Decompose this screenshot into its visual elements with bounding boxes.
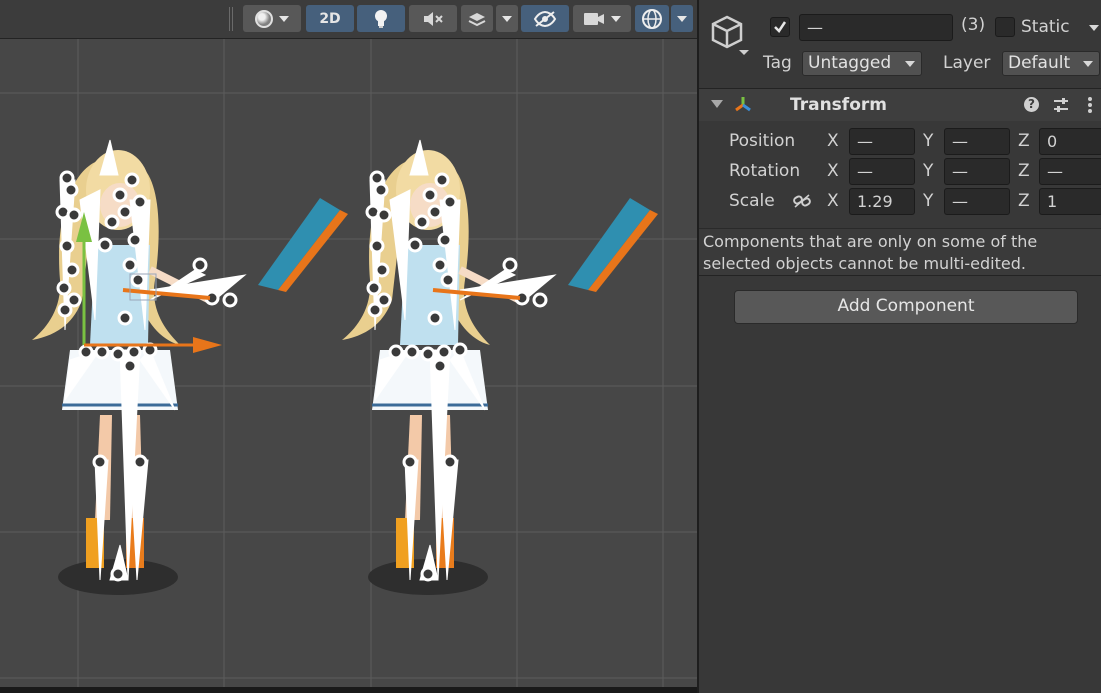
scale-z-label[interactable]: Z <box>1018 191 1030 211</box>
position-y-field[interactable]: — <box>944 128 1010 155</box>
character-right[interactable] <box>342 140 658 595</box>
scale-label: Scale <box>729 191 775 211</box>
chevron-down-icon <box>502 15 512 22</box>
static-dropdown-chevron-icon[interactable] <box>1089 25 1099 31</box>
audio-mute-icon <box>424 11 443 26</box>
gameobject-cube-icon[interactable] <box>709 14 753 56</box>
layer-dropdown[interactable]: Default <box>1002 51 1100 76</box>
layer-label: Layer <box>943 53 991 73</box>
position-x-label[interactable]: X <box>827 131 839 151</box>
position-x-field[interactable]: — <box>849 128 915 155</box>
scene-visibility-button[interactable] <box>521 5 569 32</box>
scale-y-field[interactable]: — <box>944 188 1010 215</box>
scene-canvas[interactable] <box>0 39 697 687</box>
shading-sphere-icon <box>255 9 273 28</box>
rotation-x-label[interactable]: X <box>827 161 839 181</box>
lightbulb-icon <box>375 9 387 28</box>
rotation-z-field[interactable]: — <box>1039 158 1101 185</box>
scale-x-label[interactable]: X <box>827 191 839 211</box>
add-component-button[interactable]: Add Component <box>734 290 1078 324</box>
transform-header[interactable]: Transform ? <box>699 89 1101 121</box>
multi-edit-notice: Components that are only on some of the … <box>699 229 1101 275</box>
effects-dropdown-button[interactable] <box>496 5 518 32</box>
mode-2d-button[interactable]: 2D <box>306 5 354 32</box>
tag-value: Untagged <box>808 53 892 73</box>
rotation-x-field[interactable]: — <box>849 158 915 185</box>
scene-bottom-edge <box>0 687 697 693</box>
lighting-toggle-button[interactable] <box>357 5 405 32</box>
tag-dropdown[interactable]: Untagged <box>802 51 922 76</box>
notice-line-1: Components that are only on some of the <box>703 232 1038 251</box>
gizmos-dropdown-button[interactable] <box>671 5 693 32</box>
layers-effects-icon <box>468 12 486 26</box>
rotation-y-field[interactable]: — <box>944 158 1010 185</box>
layer-value: Default <box>1008 53 1071 73</box>
chevron-down-icon <box>1083 61 1093 67</box>
inspector-panel: — (3) Static Tag Untagged Layer Default … <box>697 0 1101 693</box>
presets-sliders-icon[interactable] <box>1052 96 1070 114</box>
gizmos-toggle-button[interactable] <box>635 5 669 32</box>
rotation-label: Rotation <box>729 161 801 181</box>
help-icon[interactable]: ? <box>1024 97 1039 112</box>
more-vertical-icon[interactable] <box>1087 96 1093 114</box>
scene-camera-button[interactable] <box>573 5 631 32</box>
chevron-down-icon <box>611 15 621 22</box>
transform-title: Transform <box>790 95 887 115</box>
static-checkbox[interactable] <box>995 17 1015 37</box>
gizmo-globe-icon <box>642 8 662 29</box>
effects-toggle-button[interactable] <box>461 5 493 32</box>
shading-mode-button[interactable] <box>243 5 301 32</box>
eye-hidden-icon <box>533 10 557 27</box>
object-name-field[interactable]: — <box>799 14 953 41</box>
unlinked-chain-icon[interactable] <box>792 193 812 209</box>
chevron-down-icon <box>279 15 289 22</box>
chevron-down-icon <box>677 15 687 22</box>
static-label: Static <box>1021 17 1070 37</box>
scale-x-field[interactable]: 1.29 <box>849 188 915 215</box>
position-label: Position <box>729 131 796 151</box>
notice-separator <box>699 275 1101 276</box>
audio-toggle-button[interactable] <box>409 5 457 32</box>
selection-count: (3) <box>961 15 986 35</box>
notice-line-2: selected objects cannot be multi-edited. <box>703 254 1026 273</box>
active-checkbox[interactable] <box>770 17 790 37</box>
character-left[interactable] <box>32 140 348 595</box>
position-z-label[interactable]: Z <box>1018 131 1030 151</box>
toolbar-grip[interactable] <box>229 7 233 31</box>
chevron-down-icon <box>905 61 915 67</box>
scene-view[interactable]: 2D <box>0 0 697 693</box>
scale-y-label[interactable]: Y <box>923 191 933 211</box>
transform-axes-icon <box>735 97 751 112</box>
tag-label: Tag <box>763 53 792 73</box>
scale-z-field[interactable]: 1 <box>1039 188 1101 215</box>
foldout-arrow-icon[interactable] <box>711 100 723 108</box>
rotation-z-label[interactable]: Z <box>1018 161 1030 181</box>
camera-icon <box>584 12 604 25</box>
checkmark-icon <box>774 21 787 33</box>
position-z-field[interactable]: 0 <box>1039 128 1101 155</box>
rotation-y-label[interactable]: Y <box>923 161 933 181</box>
position-y-label[interactable]: Y <box>923 131 933 151</box>
scene-toolbar: 2D <box>0 0 697 39</box>
